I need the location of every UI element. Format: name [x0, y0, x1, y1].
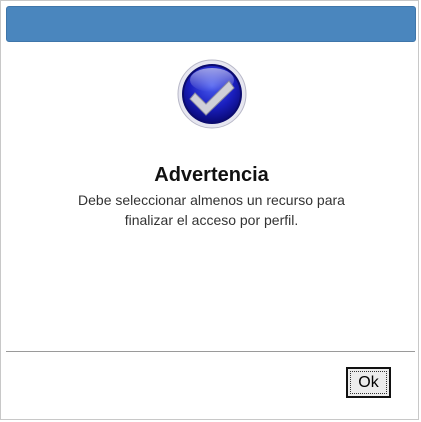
- ok-button-label: Ok: [350, 371, 387, 394]
- dialog-message: Debe seleccionar almenos un recurso para…: [1, 190, 421, 230]
- check-badge-icon: [176, 58, 248, 130]
- footer-divider: [6, 351, 415, 352]
- dialog-heading: Advertencia: [154, 164, 269, 186]
- ok-button[interactable]: Ok: [346, 367, 391, 398]
- dialog-message-line-2: finalizar el acceso por perfil.: [124, 212, 299, 228]
- alert-dialog: Advertencia Debe seleccionar almenos un …: [0, 0, 419, 420]
- dialog-message-line-1: Debe seleccionar almenos un recurso para: [78, 192, 345, 208]
- dialog-title-bar[interactable]: [6, 6, 416, 42]
